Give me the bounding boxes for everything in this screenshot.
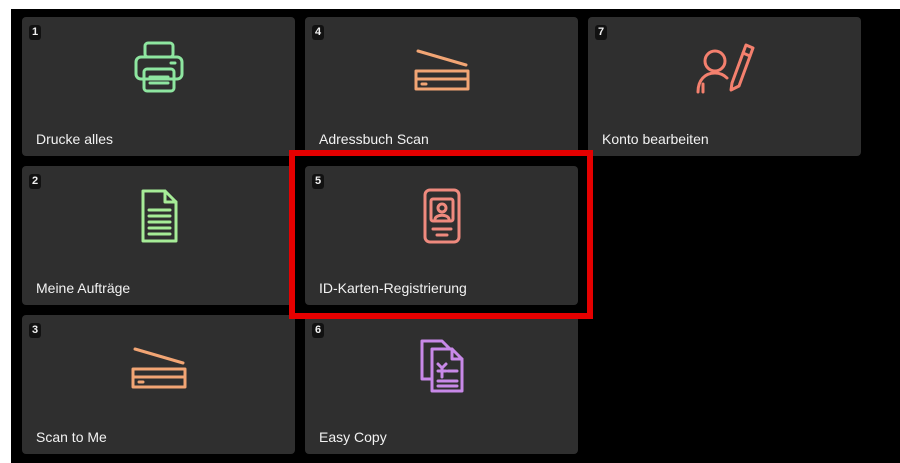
tile-print-all[interactable]: 1 Drucke alles [22,17,295,156]
tile-my-jobs[interactable]: 2 Meine Aufträge [22,166,295,305]
tile-label: Konto bearbeiten [602,131,709,147]
tile-label: Easy Copy [319,429,387,445]
tile-id-card-registration[interactable]: 5 ID-Karten-Registrierung [305,166,578,305]
tile-number-badge: 4 [312,25,324,40]
tile-label: Drucke alles [36,131,114,147]
window-frame-top [0,0,900,9]
scanner-icon [121,327,197,403]
id-card-icon [404,178,480,254]
tile-number-badge: 1 [29,25,41,40]
tile-easy-copy[interactable]: 6 Easy Copy [305,315,578,454]
tile-label: ID-Karten-Registrierung [319,280,467,296]
tile-number-badge: 3 [29,323,41,338]
tile-edit-account[interactable]: 7 Konto bearbeiten [588,17,861,156]
tile-label: Scan to Me [36,429,107,445]
tile-scan-to-me[interactable]: 3 Scan to Me [22,315,295,454]
tile-label: Meine Aufträge [36,280,131,296]
tile-label: Adressbuch Scan [319,131,429,147]
app-launcher-screen: 1 Drucke alles 2 Meine Aufträge 3 Scan t… [0,0,900,463]
printer-icon [121,29,197,105]
tile-address-book-scan[interactable]: 4 Adressbuch Scan [305,17,578,156]
edit-account-icon [687,29,763,105]
easy-copy-icon [404,327,480,403]
document-icon [121,178,197,254]
window-frame-left [0,0,11,463]
tile-number-badge: 6 [312,323,324,338]
tile-number-badge: 7 [595,25,607,40]
tile-number-badge: 2 [29,174,41,189]
tile-number-badge: 5 [312,174,324,189]
scanner-icon [404,29,480,105]
